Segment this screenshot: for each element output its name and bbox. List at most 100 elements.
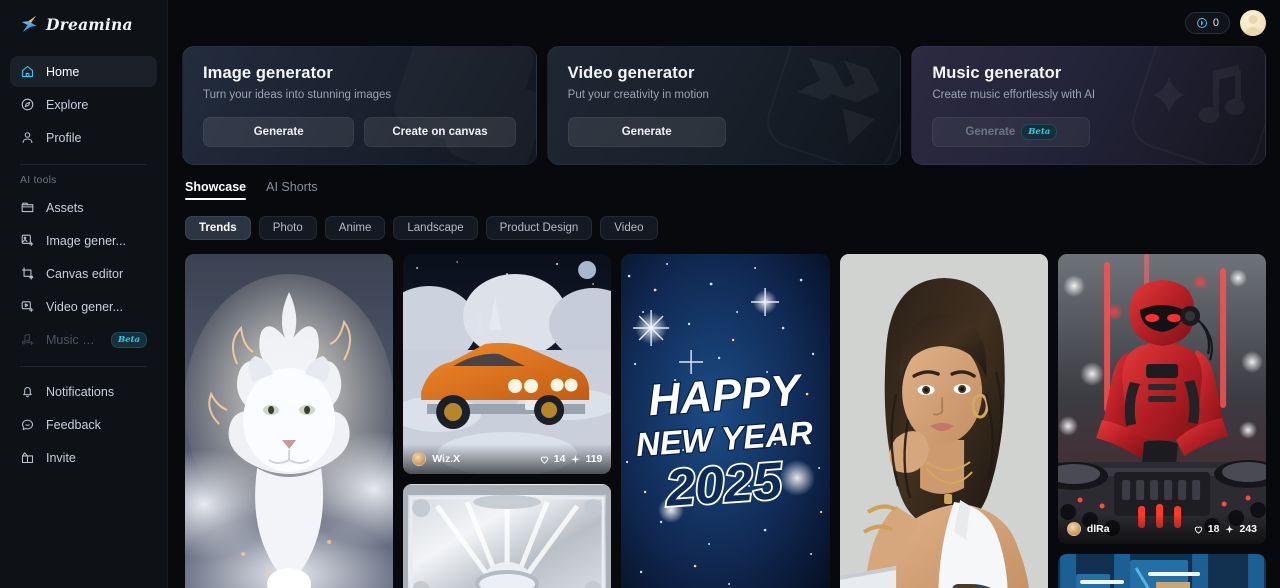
beta-badge: Beta (1021, 124, 1058, 140)
sidebar-item-label: Video gener... (46, 299, 123, 314)
credits-badge[interactable]: 0 (1184, 12, 1230, 34)
card-title: Music generator (932, 64, 1062, 82)
gallery-column (185, 254, 394, 588)
generator-cards: Image generator Turn your ideas into stu… (182, 46, 1267, 165)
tab-showcase[interactable]: Showcase (185, 180, 247, 200)
moon-car-artwork (403, 254, 612, 474)
sidebar-item-home[interactable]: Home (10, 56, 157, 87)
sidebar-item-label: Notifications (46, 384, 115, 399)
gallery-column: HAPPY NEW YEAR 2025 (621, 254, 830, 588)
sidebar-item-assets[interactable]: Assets (10, 192, 157, 223)
sparkle-icon (571, 454, 581, 463)
gallery-column: Wiz.X 14 119 (403, 254, 612, 588)
likes-stat[interactable]: 18 (1193, 523, 1219, 535)
avatar[interactable] (1240, 10, 1266, 36)
sidebar-item-notifications[interactable]: Notifications (10, 376, 157, 407)
sidebar-item-canvas-editor[interactable]: Canvas editor (10, 258, 157, 289)
card-subtitle: Turn your ideas into stunning images (203, 89, 392, 101)
chip-photo[interactable]: Photo (258, 216, 317, 240)
tile-author[interactable]: Wiz.X (412, 452, 460, 466)
gallery-tile-silver-relief[interactable] (403, 484, 612, 588)
likes-stat[interactable]: 14 (539, 453, 565, 465)
tab-ai-shorts[interactable]: AI Shorts (266, 180, 317, 200)
chat-icon (21, 419, 34, 431)
sidebar-item-explore[interactable]: Explore (10, 89, 157, 120)
sidebar-item-invite[interactable]: Invite (10, 442, 157, 473)
author-name: dlRa (1086, 523, 1110, 535)
chip-anime[interactable]: Anime (324, 216, 386, 240)
sidebar-item-video-generator[interactable]: Video gener... (10, 291, 157, 322)
gallery-tile-robot-dj[interactable]: dlRa 18 243 (1057, 254, 1266, 544)
app-root: Dreamina Home Explore Profile AI tools A… (0, 0, 1280, 588)
card-title: Image generator (203, 64, 333, 82)
sidebar-item-image-generator[interactable]: Image gener... (10, 225, 157, 256)
heart-icon (1194, 526, 1202, 534)
sparkles-count: 243 (1239, 523, 1258, 535)
gallery-column: dlRa 18 243 (1057, 254, 1266, 588)
gallery-column (839, 254, 1048, 588)
create-on-canvas-button[interactable]: Create on canvas (364, 117, 516, 147)
card-actions: Generate (567, 117, 881, 147)
gallery-tile-warehouse[interactable] (1057, 554, 1266, 588)
card-actions: Generate Beta (932, 117, 1245, 147)
author-avatar (1066, 522, 1081, 536)
credits-value: 0 (1212, 17, 1219, 29)
chip-video[interactable]: Video (600, 216, 658, 240)
dreamina-star-icon (21, 15, 37, 32)
music-generator-card[interactable]: Music generator Create music effortlessl… (911, 46, 1267, 165)
card-actions: Generate Create on canvas (203, 117, 516, 147)
sidebar-divider-top (20, 164, 147, 165)
silver-relief-artwork (403, 484, 612, 588)
gift-icon (21, 452, 34, 464)
sidebar-item-feedback[interactable]: Feedback (10, 409, 157, 440)
sparkles-count: 119 (585, 453, 603, 465)
image-generate-button[interactable]: Generate (203, 117, 355, 147)
video-generate-button[interactable]: Generate (567, 117, 726, 147)
svg-text:2025: 2025 (664, 452, 786, 518)
sidebar-item-label: Music gener... (46, 332, 100, 347)
sparkles-stat[interactable]: 119 (570, 453, 602, 465)
tile-meta: dlRa 18 243 (1057, 514, 1266, 544)
video-plus-icon (21, 301, 34, 313)
warehouse-artwork (1057, 554, 1266, 588)
main-area: 0 Image generator Turn your ideas into s… (168, 0, 1280, 588)
card-title: Video generator (567, 64, 695, 82)
tile-meta: Wiz.X 14 119 (403, 444, 612, 474)
image-plus-icon (21, 234, 34, 247)
sidebar-item-label: Assets (46, 200, 84, 215)
sparkles-stat[interactable]: 243 (1224, 523, 1257, 535)
chip-product-design[interactable]: Product Design (485, 216, 593, 240)
content-tabs: Showcase AI Shorts (182, 180, 1266, 200)
image-generator-card[interactable]: Image generator Turn your ideas into stu… (182, 46, 537, 165)
new-year-artwork: HAPPY NEW YEAR 2025 (621, 254, 830, 588)
gallery-tile-portrait[interactable] (839, 254, 1048, 588)
home-icon (21, 65, 34, 78)
gallery-tile-lion[interactable] (185, 254, 394, 588)
gallery-tile-car[interactable]: Wiz.X 14 119 (403, 254, 612, 474)
brand-logo[interactable]: Dreamina (10, 0, 157, 48)
card-subtitle: Put your creativity in motion (567, 89, 709, 101)
music-generate-button[interactable]: Generate Beta (932, 117, 1091, 147)
sidebar-item-label: Feedback (46, 417, 101, 432)
video-generator-card[interactable]: Video generator Put your creativity in m… (546, 46, 902, 165)
tile-author[interactable]: dlRa (1066, 522, 1110, 536)
coin-icon (1196, 18, 1207, 28)
author-name: Wiz.X (432, 453, 461, 465)
sidebar-item-music-generator[interactable]: Music gener... Beta (10, 324, 157, 355)
showcase-gallery: Wiz.X 14 119 HAPPY NEW YEAR 2025 dlRa 18… (182, 254, 1266, 588)
tile-stats: 14 119 (539, 453, 602, 465)
sidebar-item-label: Profile (46, 130, 82, 145)
filter-chips: Trends Photo Anime Landscape Product Des… (182, 216, 1266, 240)
page-content: Image generator Turn your ideas into stu… (168, 0, 1280, 588)
heart-icon (540, 456, 548, 464)
sidebar-item-profile[interactable]: Profile (10, 122, 157, 153)
sidebar-item-label: Image gener... (46, 233, 126, 248)
button-label: Generate (965, 126, 1016, 138)
sidebar-item-label: Home (46, 64, 80, 79)
gallery-tile-new-year[interactable]: HAPPY NEW YEAR 2025 (621, 254, 830, 588)
sidebar-divider-bottom (20, 366, 147, 367)
lion-artwork (185, 254, 394, 588)
chip-landscape[interactable]: Landscape (393, 216, 478, 240)
chip-trends[interactable]: Trends (185, 216, 251, 240)
bell-icon (23, 387, 32, 398)
